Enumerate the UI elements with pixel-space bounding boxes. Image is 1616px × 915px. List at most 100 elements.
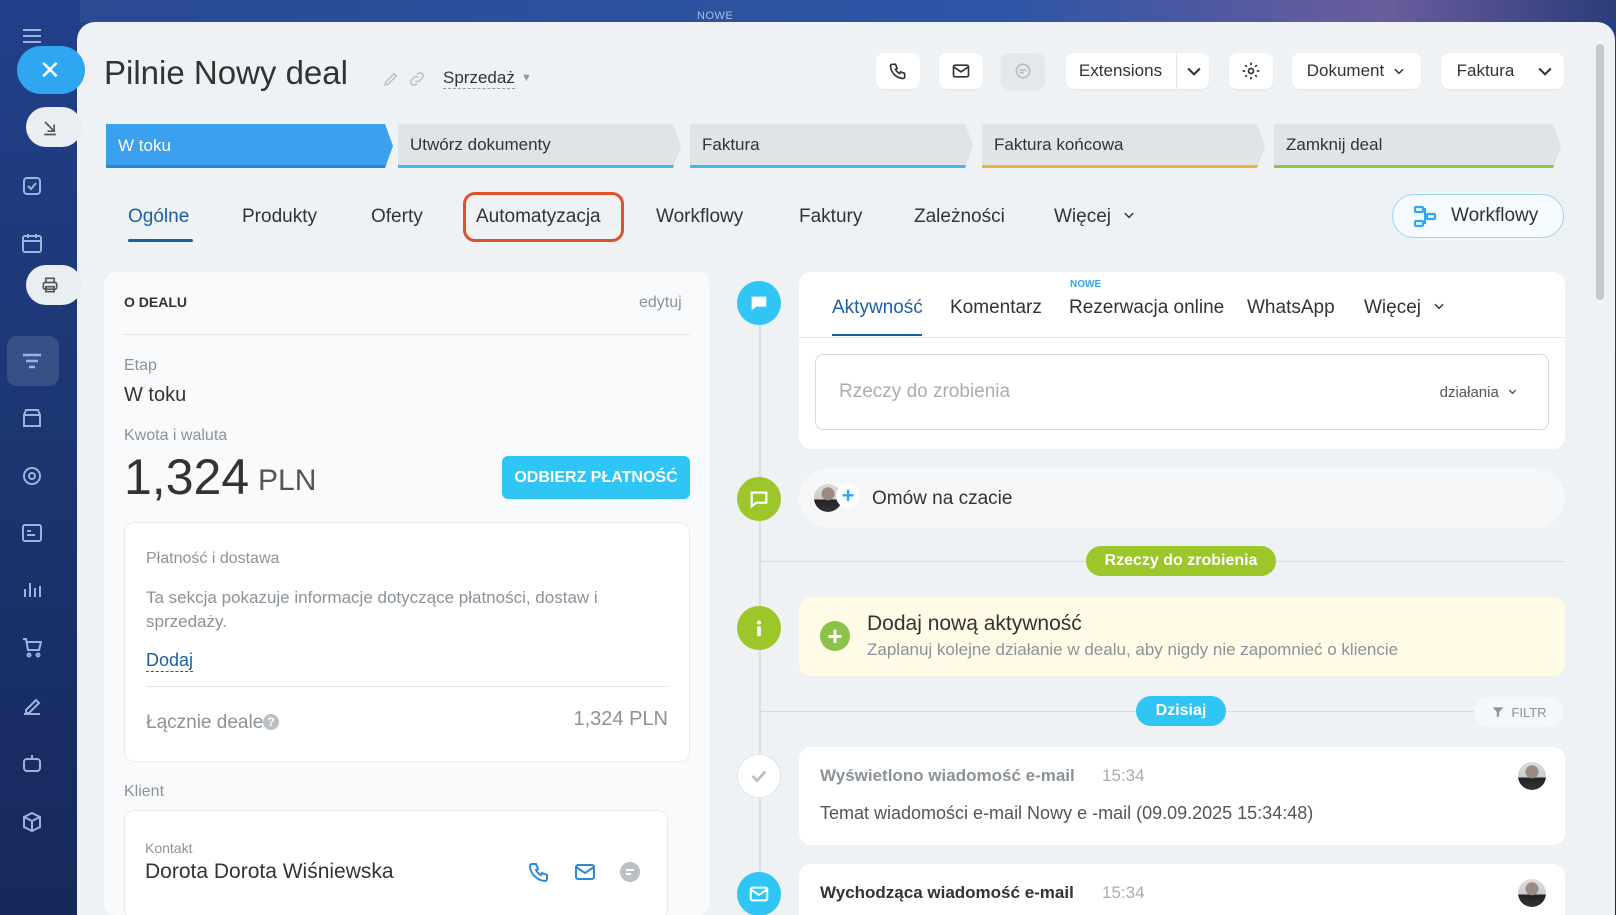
analytics-icon[interactable] (18, 575, 46, 603)
stage-utworz-dokumenty[interactable]: Utwórz dokumenty (398, 124, 681, 168)
stage-faktura[interactable]: Faktura (690, 124, 973, 168)
total-deals-label: Łącznie deale (146, 712, 264, 733)
activity-tab-rezerwacja[interactable]: Rezerwacja online (1069, 297, 1224, 319)
add-activity-card[interactable] (799, 597, 1565, 676)
cart-icon[interactable] (18, 633, 46, 661)
stage-label: Faktura końcowa (994, 134, 1124, 154)
top-new-badge: NOWE (697, 10, 734, 22)
extensions-dropdown[interactable]: Extensions (1066, 53, 1209, 89)
activity-tab-komentarz[interactable]: Komentarz (950, 297, 1042, 319)
filter-label: FILTR (1511, 704, 1547, 720)
close-slider-button[interactable]: ✕ (17, 46, 85, 94)
timeline-item-email-viewed[interactable] (799, 747, 1565, 845)
stage-w-toku[interactable]: W toku (106, 124, 393, 168)
robot-icon[interactable] (18, 749, 46, 777)
active-activity-tab-underline (832, 334, 922, 336)
activity-tab-whatsapp[interactable]: WhatsApp (1247, 297, 1335, 319)
gear-icon (1242, 62, 1260, 80)
item-time: 15:34 (1102, 883, 1145, 902)
invoice-label: Faktura (1456, 61, 1515, 80)
tab-faktury[interactable]: Faktury (799, 206, 862, 228)
help-icon[interactable]: ? (263, 714, 279, 730)
minimize-slider-button[interactable] (26, 107, 82, 147)
filter-button[interactable]: FILTR (1474, 697, 1564, 727)
amount-label: Kwota i waluta (124, 427, 228, 444)
category-caret-icon: ▼ (521, 72, 532, 84)
payment-title: Płatność i dostawa (146, 550, 280, 567)
tasks-icon[interactable] (18, 172, 46, 200)
store-icon[interactable] (18, 404, 46, 432)
chevron-down-icon (1434, 303, 1444, 310)
tab-zaleznosci[interactable]: Zależności (914, 206, 1005, 228)
contact-name[interactable]: Dorota Dorota Wiśniewska (145, 860, 394, 884)
payment-description: Ta sekcja pokazuje informacje dotyczące … (146, 588, 598, 631)
target-icon[interactable] (18, 462, 46, 490)
item-time: 15:34 (1102, 766, 1145, 785)
copy-link-icon[interactable] (408, 70, 426, 93)
chevron-down-icon (1394, 68, 1404, 75)
actions-dropdown[interactable]: działania (1440, 384, 1518, 401)
contact-phone-icon[interactable] (527, 860, 551, 889)
todo-placeholder: Rzeczy do zrobienia (839, 381, 1011, 402)
tab-ogolne[interactable]: Ogólne (128, 206, 189, 228)
stage-faktura-koncowa[interactable]: Faktura końcowa (982, 124, 1265, 168)
print-button[interactable] (26, 265, 82, 305)
actions-label: działania (1439, 384, 1499, 401)
todo-pill: Rzeczy do zrobienia (1086, 546, 1276, 576)
client-label: Klient (124, 783, 165, 800)
edit-link[interactable]: edytuj (639, 294, 682, 312)
contact-mail-icon[interactable] (571, 860, 599, 889)
settings-button[interactable] (1229, 53, 1273, 89)
crm-funnel-icon[interactable] (18, 347, 46, 375)
panel-scrollbar[interactable] (1596, 44, 1604, 300)
activity-tab-wiecej[interactable]: Więcej (1364, 297, 1446, 319)
todo-input[interactable]: Rzeczy do zrobienia działania (815, 354, 1549, 430)
stage-label: Utwórz dokumenty (410, 134, 551, 154)
tab-oferty[interactable]: Oferty (371, 206, 423, 228)
chevron-down-icon (1176, 53, 1210, 89)
contact-label: Kontakt (145, 840, 193, 856)
add-payment-link[interactable]: Dodaj (146, 650, 194, 672)
sign-icon[interactable] (18, 692, 46, 720)
box-icon[interactable] (18, 808, 46, 836)
chat-bubble-icon (750, 491, 768, 509)
schedule-icon[interactable] (18, 518, 46, 546)
workflow-button[interactable]: Workflowy (1392, 194, 1564, 238)
stage-label: W toku (118, 136, 171, 155)
chat-button[interactable] (1001, 53, 1045, 89)
add-activity-icon[interactable]: + (820, 621, 850, 651)
chevron-down-icon (1508, 389, 1517, 395)
stage-zamknij-deal[interactable]: Zamknij deal (1274, 124, 1561, 168)
category-selector[interactable]: Sprzedaż (443, 68, 515, 89)
page-title: Pilnie Nowy deal (104, 54, 348, 91)
amount-value: 1,324 (124, 449, 250, 505)
tab-workflowy[interactable]: Workflowy (656, 206, 743, 228)
activity-tab-aktywnosc[interactable]: Aktywność (832, 297, 923, 319)
filter-icon (1493, 707, 1504, 718)
edit-title-icon[interactable] (382, 70, 400, 93)
tab-wiecej[interactable]: Więcej (1054, 206, 1136, 228)
stage-label: Zamknij deal (1286, 134, 1383, 154)
avatar (1518, 762, 1546, 790)
workflow-button-label: Workflowy (1451, 205, 1539, 226)
calendar-icon[interactable] (18, 229, 46, 257)
add-activity-subtitle: Zaplanuj kolejne działanie w dealu, aby … (867, 640, 1399, 659)
invoice-dropdown[interactable]: Faktura (1441, 53, 1564, 89)
collapse-arrow-icon (44, 121, 56, 136)
document-dropdown[interactable]: Dokument (1292, 53, 1421, 89)
check-icon (751, 770, 767, 783)
add-activity-title: Dodaj nową aktywność (867, 612, 1082, 635)
email-button[interactable] (939, 53, 983, 89)
total-deals-value: 1,324 PLN (573, 708, 668, 730)
contact-chat-icon[interactable] (618, 860, 642, 889)
tab-produkty[interactable]: Produkty (242, 206, 317, 228)
mail-icon (749, 886, 769, 902)
chevron-down-icon (1528, 53, 1562, 89)
workflow-icon (1413, 205, 1437, 228)
call-button[interactable] (876, 53, 920, 89)
add-participant-icon[interactable]: + (836, 483, 860, 508)
timeline-activity-dot (737, 281, 781, 325)
receive-payment-button[interactable]: ODBIERZ PŁATNOŚĆ (502, 456, 690, 499)
message-icon (751, 296, 767, 311)
stage-field-label: Etap (124, 357, 157, 374)
